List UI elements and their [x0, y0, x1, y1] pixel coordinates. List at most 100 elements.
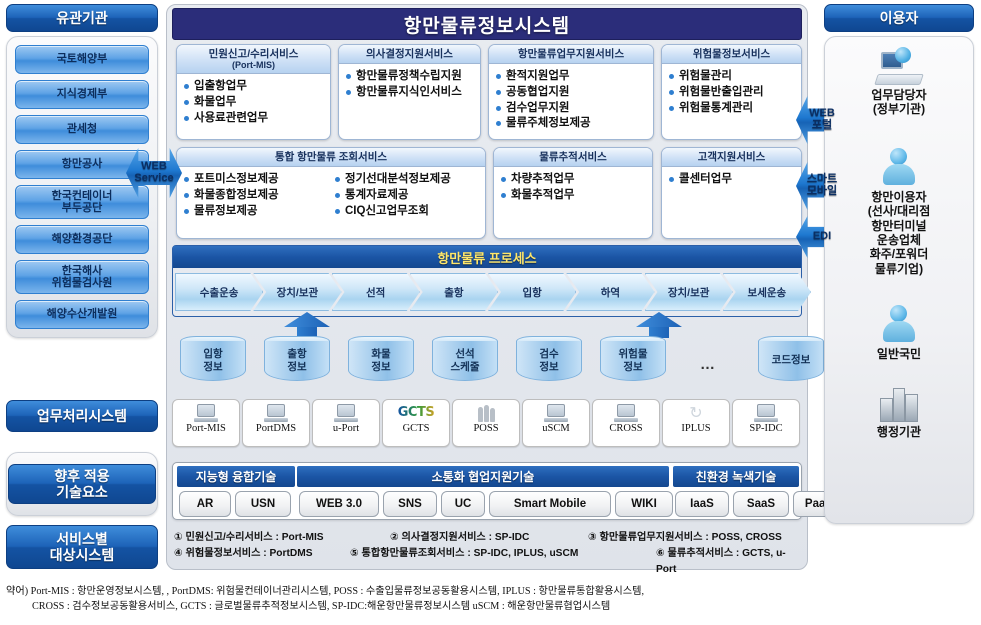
tech-chip-sns[interactable]: SNS — [383, 491, 437, 517]
service-box-title: 통합 항만물류 조회서비스 — [177, 148, 485, 168]
service-box-r2-1[interactable]: 물류추적서비스 차량추적업무 화물추적업무 — [493, 147, 653, 239]
laptop-icon — [194, 404, 218, 422]
db-label: 화물 정보 — [348, 341, 414, 381]
legend-row-1: ① 민원신고/수리서비스 : Port-MIS ② 의사결정지원서비스 : SP… — [174, 530, 800, 546]
legend-block: ① 민원신고/수리서비스 : Port-MIS ② 의사결정지원서비스 : SP… — [172, 527, 802, 575]
org-item-2[interactable]: 관세청 — [15, 115, 149, 144]
tech-chip-uc[interactable]: UC — [441, 491, 485, 517]
service-item: 정기선대분석정보제공 — [334, 172, 481, 187]
service-box-r2-2[interactable]: 고객지원서비스 콜센터업무 — [661, 147, 802, 239]
database-4[interactable]: 검수 정보 — [516, 336, 582, 384]
label-future-tech: 향후 적용 기술요소 — [8, 464, 156, 504]
service-box-r1-3[interactable]: 위험물정보서비스 위험물관리 위험물반출입관리 위험물통계관리 — [661, 44, 802, 140]
service-item: 포트미스정보제공 — [183, 172, 330, 187]
legend-item-3: ③ 항만물류업무지원서비스 : POSS, CROSS — [588, 532, 782, 543]
footer-line-2: CROSS : 검수정보공동활용서비스, GCTS : 글로벌물류추적정보시스템… — [32, 601, 611, 613]
service-item: 공동협업지원 — [495, 85, 649, 100]
user-label-2: 일반국민 — [876, 347, 922, 362]
label-service-target-system: 서비스별 대상시스템 — [6, 525, 158, 569]
label-business-system: 업무처리시스템 — [6, 400, 158, 432]
tech-chip-ar[interactable]: AR — [179, 491, 231, 517]
org-item-7[interactable]: 해양수산개발원 — [15, 300, 149, 329]
person-icon — [879, 147, 919, 187]
service-box-title: 고객지원서비스 — [662, 148, 801, 168]
tech-chip-wiki[interactable]: WIKI — [615, 491, 673, 517]
user-block-2[interactable]: 일반국민 — [877, 304, 921, 361]
gcts-logo-icon: GCTS — [397, 405, 435, 420]
process-step-7[interactable]: 보세운송 — [723, 273, 811, 311]
org-item-1[interactable]: 지식경제부 — [15, 80, 149, 109]
service-item: 통계자료제공 — [334, 188, 481, 203]
user-block-0[interactable]: 업무담당자 (정부기관) — [871, 47, 927, 117]
system-label: IPLUS — [681, 423, 711, 434]
laptop-icon — [754, 404, 778, 422]
system-box-portdms[interactable]: PortDMS — [242, 399, 310, 447]
user-block-3[interactable]: 행정기관 — [877, 384, 921, 439]
system-label: u-Port — [332, 423, 360, 434]
user-block-1[interactable]: 항만이용자 (선사/대리점 항만터미널 운송업체 화주/포워더 물류기업) — [867, 147, 931, 276]
process-step-5[interactable]: 하역 — [566, 273, 654, 311]
service-item: 검수업무지원 — [495, 101, 649, 116]
service-box-r1-2[interactable]: 항만물류업무지원서비스 환적지원업무 공동협업지원 검수업무지원 물류주체정보제공 — [488, 44, 654, 140]
technology-band: 지능형 융합기술 AR USN 소통화 협업지원기술 WEB 3.0 SNS UC Smart… — [172, 462, 845, 520]
tech-chip-smart-mobile[interactable]: Smart Mobile — [489, 491, 611, 517]
system-box-sp-idc[interactable]: SP-IDC — [732, 399, 800, 447]
tech-chip-web-3-0[interactable]: WEB 3.0 — [299, 491, 379, 517]
process-step-1[interactable]: 장치/보관 — [253, 273, 341, 311]
system-box-u-port[interactable]: u-Port — [312, 399, 380, 447]
service-item: 화물업무 — [183, 95, 326, 110]
service-box-items: 차량추적업무 화물추적업무 — [494, 167, 652, 207]
tech-chip-iaas[interactable]: IaaS — [675, 491, 729, 517]
laptop-icon — [334, 404, 358, 422]
web-portal-label: WEB 포털 — [809, 107, 835, 131]
system-box-iplus[interactable]: ↻ IPLUS — [662, 399, 730, 447]
service-box-title: 물류추적서비스 — [494, 148, 652, 168]
service-box-items: 항만물류정책수립지원 항만물류지식인서비스 — [339, 64, 480, 104]
db-label: 위험물 정보 — [600, 341, 666, 381]
org-item-0[interactable]: 국토해양부 — [15, 45, 149, 74]
service-item: 환적지원업무 — [495, 69, 649, 84]
service-box-items: 환적지원업무 공동협업지원 검수업무지원 물류주체정보제공 — [489, 64, 653, 136]
service-item: 위험물통계관리 — [668, 101, 797, 116]
database-1[interactable]: 출항 정보 — [264, 336, 330, 384]
database-2[interactable]: 화물 정보 — [348, 336, 414, 384]
process-step-4[interactable]: 입항 — [488, 273, 576, 311]
user-label-1: 항만이용자 (선사/대리점 항만터미널 운송업체 화주/포워더 물류기업) — [867, 189, 931, 276]
service-box-items: 포트미스정보제공 화물종합정보제공 물류정보제공 정기선대분석정보제공 통계자료제공 CI… — [177, 167, 485, 223]
org-item-5[interactable]: 해양환경공단 — [15, 225, 149, 254]
web-service-label: WEB Service — [134, 160, 174, 184]
service-box-r2-0[interactable]: 통합 항만물류 조회서비스 포트미스정보제공 화물종합정보제공 물류정보제공 정기선대분… — [176, 147, 486, 239]
service-item: 위험물관리 — [668, 69, 797, 84]
users-title: 이용자 — [824, 4, 974, 32]
system-box-port-mis[interactable]: Port-MIS — [172, 399, 240, 447]
system-box-uscm[interactable]: uSCM — [522, 399, 590, 447]
db-label: 선석 스케줄 — [432, 341, 498, 381]
db-ellipsis: … — [700, 356, 715, 373]
process-step-2[interactable]: 선적 — [332, 273, 420, 311]
tech-chip-usn[interactable]: USN — [235, 491, 291, 517]
system-label: SP-IDC — [749, 423, 783, 434]
org-item-6[interactable]: 한국해사 위험물검사원 — [15, 260, 149, 294]
legend-item-6: ⑥ 물류추적서비스 : GCTS, u-Port — [656, 547, 786, 575]
database-0[interactable]: 입항 정보 — [180, 336, 246, 384]
service-box-r1-0[interactable]: 민원신고/수리서비스 (Port-MIS) 입출항업무 화물업무 사용료관련업무 — [176, 44, 331, 140]
system-box-cross[interactable]: CROSS — [592, 399, 660, 447]
db-label: 코드정보 — [758, 341, 824, 381]
system-box-gcts[interactable]: GCTS GCTS — [382, 399, 450, 447]
abbreviation-footer: 약어) Port-MIS : 항만운영정보시스템, , PortDMS: 위험물… — [6, 584, 966, 615]
database-5[interactable]: 위험물 정보 — [600, 336, 666, 384]
database-3[interactable]: 선석 스케줄 — [432, 336, 498, 384]
service-item: 화물추적업무 — [500, 188, 648, 203]
service-box-r1-1[interactable]: 의사결정지원서비스 항만물류정책수립지원 항만물류지식인서비스 — [338, 44, 481, 140]
legend-item-2: ② 의사결정지원서비스 : SP-IDC — [390, 532, 530, 543]
building-icon — [878, 384, 920, 422]
service-item: 사용료관련업무 — [183, 111, 326, 126]
process-step-6[interactable]: 장치/보관 — [645, 273, 733, 311]
legend-row-2: ④ 위험물정보서비스 : PortDMS ⑤ 통합항만물류조회서비스 : SP-… — [174, 546, 800, 578]
tech-chip-saas[interactable]: SaaS — [733, 491, 789, 517]
system-label: GCTS — [402, 423, 430, 434]
process-step-0[interactable]: 수출운송 — [175, 273, 263, 311]
system-box-poss[interactable]: POSS — [452, 399, 520, 447]
process-step-3[interactable]: 출항 — [410, 273, 498, 311]
database-6[interactable]: 코드정보 — [758, 336, 824, 384]
